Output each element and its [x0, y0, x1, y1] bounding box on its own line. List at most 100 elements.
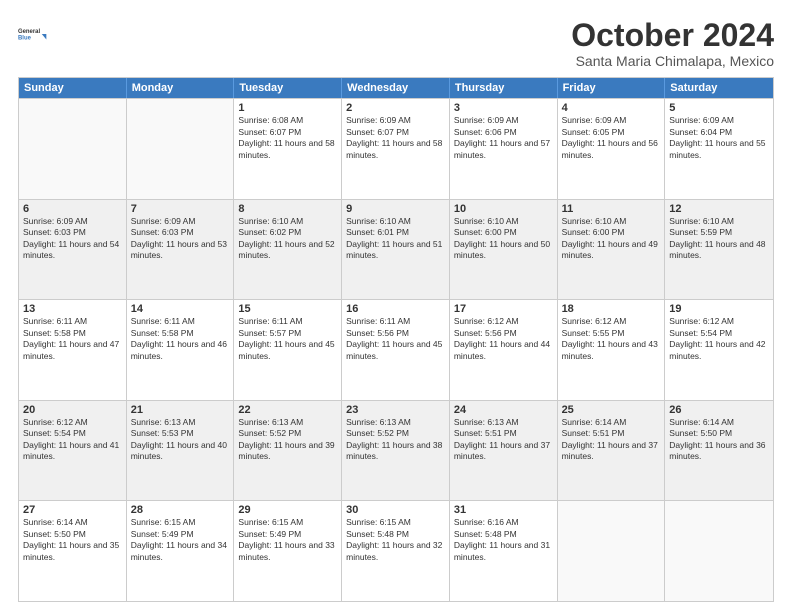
calendar-row: 20Sunrise: 6:12 AM Sunset: 5:54 PM Dayli…	[19, 400, 773, 501]
title-block: October 2024 Santa Maria Chimalapa, Mexi…	[571, 18, 774, 69]
day-number: 26	[669, 404, 769, 416]
day-info: Sunrise: 6:10 AM Sunset: 6:02 PM Dayligh…	[238, 216, 337, 262]
calendar-cell: 25Sunrise: 6:14 AM Sunset: 5:51 PM Dayli…	[558, 401, 666, 501]
day-info: Sunrise: 6:09 AM Sunset: 6:04 PM Dayligh…	[669, 115, 769, 161]
day-info: Sunrise: 6:13 AM Sunset: 5:52 PM Dayligh…	[346, 417, 445, 463]
calendar-body: 1Sunrise: 6:08 AM Sunset: 6:07 PM Daylig…	[19, 98, 773, 601]
day-info: Sunrise: 6:12 AM Sunset: 5:55 PM Dayligh…	[562, 316, 661, 362]
day-info: Sunrise: 6:14 AM Sunset: 5:50 PM Dayligh…	[669, 417, 769, 463]
day-number: 30	[346, 504, 445, 516]
calendar-cell: 23Sunrise: 6:13 AM Sunset: 5:52 PM Dayli…	[342, 401, 450, 501]
calendar-cell: 17Sunrise: 6:12 AM Sunset: 5:56 PM Dayli…	[450, 300, 558, 400]
weekday-header: Sunday	[19, 78, 127, 98]
day-info: Sunrise: 6:15 AM Sunset: 5:49 PM Dayligh…	[238, 517, 337, 563]
day-number: 31	[454, 504, 553, 516]
day-number: 25	[562, 404, 661, 416]
calendar-cell: 26Sunrise: 6:14 AM Sunset: 5:50 PM Dayli…	[665, 401, 773, 501]
day-info: Sunrise: 6:13 AM Sunset: 5:51 PM Dayligh…	[454, 417, 553, 463]
day-number: 24	[454, 404, 553, 416]
day-number: 14	[131, 303, 230, 315]
calendar-cell: 4Sunrise: 6:09 AM Sunset: 6:05 PM Daylig…	[558, 99, 666, 199]
day-info: Sunrise: 6:10 AM Sunset: 6:00 PM Dayligh…	[454, 216, 553, 262]
calendar-header: SundayMondayTuesdayWednesdayThursdayFrid…	[19, 78, 773, 98]
calendar-cell: 6Sunrise: 6:09 AM Sunset: 6:03 PM Daylig…	[19, 200, 127, 300]
day-info: Sunrise: 6:13 AM Sunset: 5:53 PM Dayligh…	[131, 417, 230, 463]
day-number: 11	[562, 203, 661, 215]
day-number: 12	[669, 203, 769, 215]
day-number: 22	[238, 404, 337, 416]
calendar-cell: 27Sunrise: 6:14 AM Sunset: 5:50 PM Dayli…	[19, 501, 127, 601]
calendar-row: 13Sunrise: 6:11 AM Sunset: 5:58 PM Dayli…	[19, 299, 773, 400]
day-number: 15	[238, 303, 337, 315]
day-info: Sunrise: 6:12 AM Sunset: 5:54 PM Dayligh…	[669, 316, 769, 362]
day-info: Sunrise: 6:09 AM Sunset: 6:06 PM Dayligh…	[454, 115, 553, 161]
calendar-row: 6Sunrise: 6:09 AM Sunset: 6:03 PM Daylig…	[19, 199, 773, 300]
day-number: 1	[238, 102, 337, 114]
calendar-cell: 1Sunrise: 6:08 AM Sunset: 6:07 PM Daylig…	[234, 99, 342, 199]
calendar-cell: 20Sunrise: 6:12 AM Sunset: 5:54 PM Dayli…	[19, 401, 127, 501]
calendar-cell: 14Sunrise: 6:11 AM Sunset: 5:58 PM Dayli…	[127, 300, 235, 400]
calendar-cell: 13Sunrise: 6:11 AM Sunset: 5:58 PM Dayli…	[19, 300, 127, 400]
calendar-cell: 7Sunrise: 6:09 AM Sunset: 6:03 PM Daylig…	[127, 200, 235, 300]
day-info: Sunrise: 6:14 AM Sunset: 5:51 PM Dayligh…	[562, 417, 661, 463]
weekday-header: Wednesday	[342, 78, 450, 98]
day-info: Sunrise: 6:09 AM Sunset: 6:03 PM Dayligh…	[131, 216, 230, 262]
day-number: 7	[131, 203, 230, 215]
day-info: Sunrise: 6:11 AM Sunset: 5:58 PM Dayligh…	[23, 316, 122, 362]
calendar-cell: 19Sunrise: 6:12 AM Sunset: 5:54 PM Dayli…	[665, 300, 773, 400]
weekday-header: Friday	[558, 78, 666, 98]
calendar-cell: 9Sunrise: 6:10 AM Sunset: 6:01 PM Daylig…	[342, 200, 450, 300]
calendar-cell: 18Sunrise: 6:12 AM Sunset: 5:55 PM Dayli…	[558, 300, 666, 400]
calendar-cell: 16Sunrise: 6:11 AM Sunset: 5:56 PM Dayli…	[342, 300, 450, 400]
day-number: 21	[131, 404, 230, 416]
weekday-header: Saturday	[665, 78, 773, 98]
weekday-header: Thursday	[450, 78, 558, 98]
day-info: Sunrise: 6:09 AM Sunset: 6:03 PM Dayligh…	[23, 216, 122, 262]
day-info: Sunrise: 6:11 AM Sunset: 5:58 PM Dayligh…	[131, 316, 230, 362]
day-number: 4	[562, 102, 661, 114]
day-info: Sunrise: 6:12 AM Sunset: 5:54 PM Dayligh…	[23, 417, 122, 463]
day-number: 27	[23, 504, 122, 516]
calendar-row: 27Sunrise: 6:14 AM Sunset: 5:50 PM Dayli…	[19, 500, 773, 601]
day-info: Sunrise: 6:10 AM Sunset: 6:00 PM Dayligh…	[562, 216, 661, 262]
day-info: Sunrise: 6:14 AM Sunset: 5:50 PM Dayligh…	[23, 517, 122, 563]
day-info: Sunrise: 6:15 AM Sunset: 5:48 PM Dayligh…	[346, 517, 445, 563]
day-info: Sunrise: 6:09 AM Sunset: 6:05 PM Dayligh…	[562, 115, 661, 161]
day-number: 23	[346, 404, 445, 416]
logo: GeneralBlue	[18, 18, 54, 50]
calendar-cell: 21Sunrise: 6:13 AM Sunset: 5:53 PM Dayli…	[127, 401, 235, 501]
calendar-cell	[665, 501, 773, 601]
day-info: Sunrise: 6:11 AM Sunset: 5:56 PM Dayligh…	[346, 316, 445, 362]
day-number: 17	[454, 303, 553, 315]
day-number: 29	[238, 504, 337, 516]
calendar-cell	[558, 501, 666, 601]
day-number: 6	[23, 203, 122, 215]
day-info: Sunrise: 6:13 AM Sunset: 5:52 PM Dayligh…	[238, 417, 337, 463]
month-title: October 2024	[571, 18, 774, 53]
day-info: Sunrise: 6:09 AM Sunset: 6:07 PM Dayligh…	[346, 115, 445, 161]
calendar-cell: 3Sunrise: 6:09 AM Sunset: 6:06 PM Daylig…	[450, 99, 558, 199]
day-number: 10	[454, 203, 553, 215]
calendar-cell: 15Sunrise: 6:11 AM Sunset: 5:57 PM Dayli…	[234, 300, 342, 400]
weekday-header: Tuesday	[234, 78, 342, 98]
calendar-cell: 28Sunrise: 6:15 AM Sunset: 5:49 PM Dayli…	[127, 501, 235, 601]
day-number: 9	[346, 203, 445, 215]
calendar-cell	[19, 99, 127, 199]
weekday-header: Monday	[127, 78, 235, 98]
location: Santa Maria Chimalapa, Mexico	[571, 53, 774, 69]
day-info: Sunrise: 6:08 AM Sunset: 6:07 PM Dayligh…	[238, 115, 337, 161]
calendar-cell: 10Sunrise: 6:10 AM Sunset: 6:00 PM Dayli…	[450, 200, 558, 300]
day-number: 5	[669, 102, 769, 114]
calendar-page: GeneralBlue October 2024 Santa Maria Chi…	[0, 0, 792, 612]
calendar-cell: 24Sunrise: 6:13 AM Sunset: 5:51 PM Dayli…	[450, 401, 558, 501]
calendar-cell: 30Sunrise: 6:15 AM Sunset: 5:48 PM Dayli…	[342, 501, 450, 601]
logo-icon: GeneralBlue	[18, 18, 50, 50]
day-info: Sunrise: 6:10 AM Sunset: 5:59 PM Dayligh…	[669, 216, 769, 262]
day-number: 16	[346, 303, 445, 315]
day-number: 13	[23, 303, 122, 315]
day-number: 2	[346, 102, 445, 114]
day-info: Sunrise: 6:12 AM Sunset: 5:56 PM Dayligh…	[454, 316, 553, 362]
calendar: SundayMondayTuesdayWednesdayThursdayFrid…	[18, 77, 774, 602]
calendar-cell: 8Sunrise: 6:10 AM Sunset: 6:02 PM Daylig…	[234, 200, 342, 300]
day-number: 28	[131, 504, 230, 516]
